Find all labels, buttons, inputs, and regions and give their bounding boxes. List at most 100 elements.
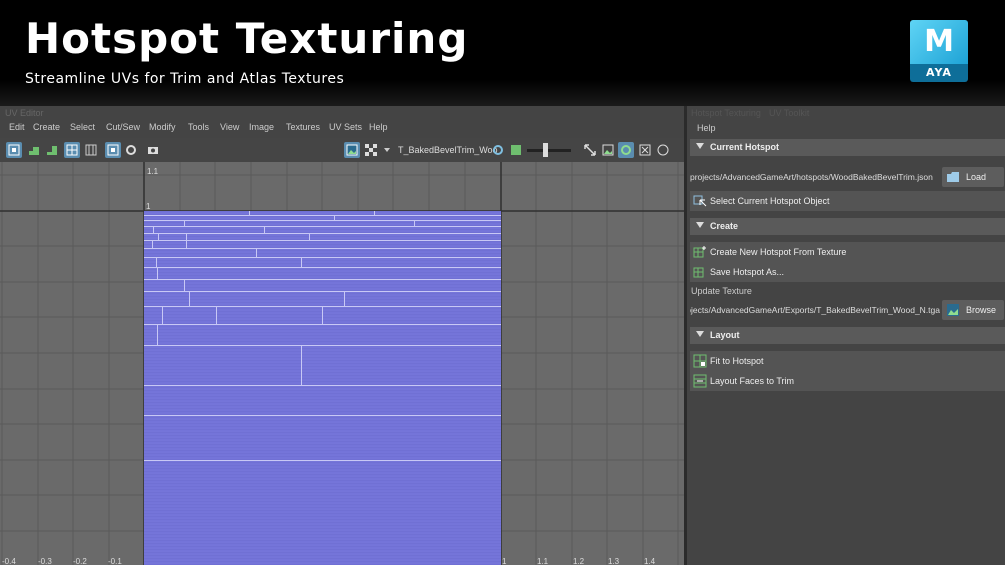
stair-layout-2-icon[interactable] <box>44 142 60 158</box>
grid-snap-icon[interactable] <box>83 142 99 158</box>
collapse-triangle-icon <box>696 222 704 228</box>
menu-select[interactable]: Select <box>70 122 95 132</box>
axis-label-top: 1.1 <box>147 167 159 176</box>
expand-icon[interactable] <box>582 142 598 158</box>
uv-shell[interactable] <box>144 307 501 325</box>
update-texture-label: Update Texture <box>691 286 752 296</box>
create-grid-plus-icon <box>693 246 706 258</box>
menu-textures[interactable]: Textures <box>286 122 320 132</box>
logo-letter: M <box>924 24 954 59</box>
create-hotspot-label: Create New Hotspot From Texture <box>710 247 847 257</box>
exposure-slider[interactable] <box>527 149 571 152</box>
layout-faces-label: Layout Faces to Trim <box>710 376 795 386</box>
uv-shell[interactable] <box>144 249 501 258</box>
axis-label-bottom: 1 <box>502 557 507 565</box>
uv-shell[interactable] <box>144 346 501 386</box>
load-button-label: Load <box>966 172 987 182</box>
uv-shell[interactable] <box>144 416 501 461</box>
collapse-triangle-icon <box>696 331 704 337</box>
uv-shell[interactable] <box>144 386 501 416</box>
uv-toolbar: T_BakedBevelTrim_Woo <box>0 138 684 162</box>
section-title: Create <box>710 221 739 231</box>
chevron-down-icon[interactable] <box>384 148 390 152</box>
uv-shell[interactable] <box>144 234 501 241</box>
axis-label-bottom: 1.4 <box>644 557 656 565</box>
exposure-slider-handle[interactable] <box>543 143 548 157</box>
uv-editor-panel: UV Editor Edit Create Select Cut/Sew Mod… <box>0 106 684 565</box>
hotspot-path-field[interactable]: projects/AdvancedGameArt/hotspots/WoodBa… <box>690 168 940 186</box>
axis-label-bottom: -0.2 <box>73 557 87 565</box>
layout-trim-icon <box>693 374 707 388</box>
layout-faces-button[interactable]: Layout Faces to Trim <box>690 371 1005 391</box>
section-title: Layout <box>710 330 740 340</box>
hotspot-panel: Hotspot Texturing UV Toolkit Help Curren… <box>684 106 1005 565</box>
uv-shell[interactable] <box>144 227 501 234</box>
menu-edit[interactable]: Edit <box>9 122 25 132</box>
snapshot-camera-icon[interactable] <box>145 142 161 158</box>
stair-layout-icon[interactable] <box>26 142 42 158</box>
uv-shell[interactable] <box>144 461 501 565</box>
banner-subtitle: Streamline UVs for Trim and Atlas Textur… <box>25 71 345 87</box>
menu-uv-sets[interactable]: UV Sets <box>329 122 362 132</box>
axis-label-bottom: -0.1 <box>108 557 122 565</box>
axis-label-bottom: 1.3 <box>608 557 620 565</box>
image-display-icon[interactable] <box>344 142 360 158</box>
fit-to-hotspot-button[interactable]: Fit to Hotspot <box>690 351 1005 371</box>
distortion-shader-icon[interactable] <box>618 142 634 158</box>
uv-shell[interactable] <box>144 292 501 307</box>
uv-shell-select-icon[interactable] <box>6 142 22 158</box>
uv-shells[interactable] <box>144 211 501 565</box>
uv-editor-caption: UV Editor <box>5 108 44 118</box>
menu-modify[interactable]: Modify <box>149 122 176 132</box>
menu-view[interactable]: View <box>220 122 239 132</box>
uv-shell[interactable] <box>144 241 501 249</box>
browse-button[interactable]: Browse <box>942 300 1004 320</box>
collapse-triangle-icon <box>696 143 704 149</box>
menu-cut-sew[interactable]: Cut/Sew <box>106 122 140 132</box>
load-button[interactable]: Load <box>942 167 1004 187</box>
axis-label-bottom: 1.2 <box>573 557 585 565</box>
save-grid-icon <box>693 267 704 278</box>
uv-shell[interactable] <box>144 268 501 280</box>
checker-icon[interactable] <box>363 142 379 158</box>
section-create[interactable]: Create <box>690 218 1005 235</box>
menu-tools[interactable]: Tools <box>188 122 209 132</box>
browse-button-label: Browse <box>966 305 997 315</box>
menu-create[interactable]: Create <box>33 122 60 132</box>
select-hotspot-object-label: Select Current Hotspot Object <box>710 196 830 206</box>
save-hotspot-label: Save Hotspot As... <box>710 267 785 277</box>
uv-shell[interactable] <box>144 325 501 346</box>
texture-path-field[interactable]: projects/AdvancedGameArt/Exports/T_Baked… <box>690 301 940 319</box>
select-hotspot-object-button[interactable]: Select Current Hotspot Object <box>690 191 1005 211</box>
uv-shell[interactable] <box>144 258 501 268</box>
exposure-icon[interactable] <box>508 142 524 158</box>
axis-label-bottom: 1.1 <box>537 557 549 565</box>
image-icon <box>947 304 959 316</box>
uv-menubar: Edit Create Select Cut/Sew Modify Tools … <box>0 120 684 136</box>
grid-toggle-icon[interactable] <box>64 142 80 158</box>
menu-image[interactable]: Image <box>249 122 274 132</box>
menu-help[interactable]: Help <box>369 122 388 132</box>
section-current-hotspot[interactable]: Current Hotspot <box>690 139 1005 156</box>
shaded-toggle-icon[interactable] <box>123 142 139 158</box>
section-layout[interactable]: Layout <box>690 327 1005 344</box>
image-icon[interactable] <box>600 142 616 158</box>
uv-shell[interactable] <box>144 280 501 292</box>
save-hotspot-button[interactable]: Save Hotspot As... <box>690 262 1005 282</box>
texture-swap-icon[interactable] <box>490 142 506 158</box>
logo-text: AYA <box>926 66 952 79</box>
create-hotspot-button[interactable]: Create New Hotspot From Texture <box>690 242 1005 262</box>
texel-icon[interactable] <box>637 142 653 158</box>
iso-view-icon[interactable] <box>655 142 671 158</box>
texture-name-field[interactable]: T_BakedBevelTrim_Woo <box>398 145 498 155</box>
uv-canvas[interactable]: 1.1 1 -0.4 -0.3 -0.2 -0.1 1 1.1 1.2 1.3 … <box>0 162 684 565</box>
menu-help[interactable]: Help <box>697 123 716 133</box>
fit-grid-icon <box>693 354 707 368</box>
tile-corner-label: 1 <box>146 202 151 211</box>
folder-icon <box>947 172 959 182</box>
axis-label-bottom: -0.4 <box>2 557 16 565</box>
title-banner: Hotspot Texturing Streamline UVs for Tri… <box>0 0 1005 106</box>
tab-hotspot-texturing[interactable]: Hotspot Texturing <box>691 108 761 118</box>
pixel-snap-icon[interactable] <box>105 142 121 158</box>
tab-uv-toolkit[interactable]: UV Toolkit <box>769 108 809 118</box>
